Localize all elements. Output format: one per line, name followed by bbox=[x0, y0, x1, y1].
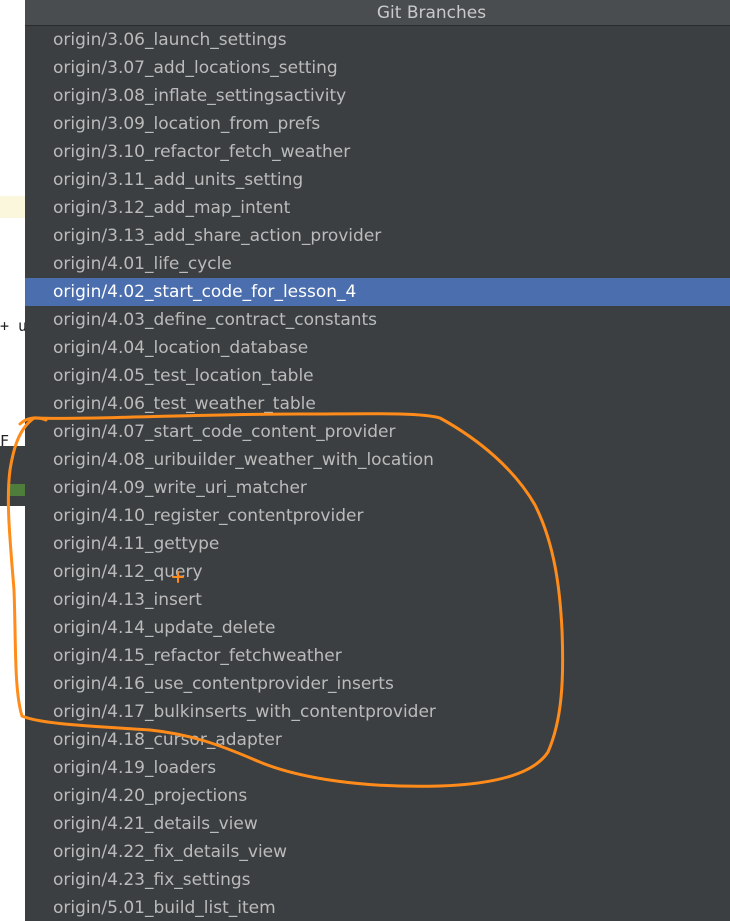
branch-item[interactable]: origin/4.11_gettype bbox=[25, 530, 730, 558]
branch-item[interactable]: origin/4.06_test_weather_table bbox=[25, 390, 730, 418]
branch-item[interactable]: origin/4.19_loaders bbox=[25, 754, 730, 782]
git-branches-popup[interactable]: Git Branches origin/3.06_launch_settings… bbox=[25, 0, 730, 921]
branch-item[interactable]: origin/4.20_projections bbox=[25, 782, 730, 810]
popup-title: Git Branches bbox=[376, 2, 487, 23]
branch-item[interactable]: origin/4.14_update_delete bbox=[25, 614, 730, 642]
branch-item[interactable]: origin/3.08_inflate_settingsactivity bbox=[25, 82, 730, 110]
branch-list[interactable]: origin/3.06_launch_settings origin/3.07_a… bbox=[25, 26, 730, 921]
branch-item[interactable]: origin/4.01_life_cycle bbox=[25, 250, 730, 278]
branch-item[interactable]: origin/4.03_define_contract_constants bbox=[25, 306, 730, 334]
branch-item[interactable]: origin/5.01_build_list_item bbox=[25, 894, 730, 921]
branch-item[interactable]: origin/3.06_launch_settings bbox=[25, 26, 730, 54]
editor-code-fragment: + u bbox=[0, 317, 25, 335]
branch-item[interactable]: origin/4.08_uribuilder_weather_with_loca… bbox=[25, 446, 730, 474]
branch-item[interactable]: origin/4.07_start_code_content_provider bbox=[25, 418, 730, 446]
branch-item[interactable]: origin/4.18_cursor_adapter bbox=[25, 726, 730, 754]
branch-item[interactable]: origin/3.10_refactor_fetch_weather bbox=[25, 138, 730, 166]
branch-item[interactable]: origin/4.10_register_contentprovider bbox=[25, 502, 730, 530]
branch-item[interactable]: origin/4.12_query bbox=[25, 558, 730, 586]
branch-item[interactable]: origin/4.17_bulkinserts_with_contentprov… bbox=[25, 698, 730, 726]
popup-header[interactable]: Git Branches bbox=[25, 0, 730, 26]
branch-item[interactable]: origin/3.09_location_from_prefs bbox=[25, 110, 730, 138]
editor-status-marker bbox=[8, 484, 25, 496]
branch-item[interactable]: origin/3.12_add_map_intent bbox=[25, 194, 730, 222]
branch-item[interactable]: origin/4.22_fix_details_view bbox=[25, 838, 730, 866]
branch-item-selected[interactable]: origin/4.02_start_code_for_lesson_4 bbox=[25, 278, 730, 306]
branch-item[interactable]: origin/4.15_refactor_fetchweather bbox=[25, 642, 730, 670]
branch-item[interactable]: origin/4.05_test_location_table bbox=[25, 362, 730, 390]
branch-item[interactable]: origin/4.16_use_contentprovider_inserts bbox=[25, 670, 730, 698]
branch-item[interactable]: origin/4.09_write_uri_matcher bbox=[25, 474, 730, 502]
branch-item[interactable]: origin/3.11_add_units_setting bbox=[25, 166, 730, 194]
branch-item[interactable]: origin/3.07_add_locations_setting bbox=[25, 54, 730, 82]
editor-tool-panel-edge bbox=[0, 446, 25, 506]
branch-item[interactable]: origin/4.13_insert bbox=[25, 586, 730, 614]
editor-caret-row-highlight bbox=[0, 196, 25, 218]
editor-background-strip: + u F bbox=[0, 0, 25, 921]
branch-item[interactable]: origin/4.21_details_view bbox=[25, 810, 730, 838]
branch-item[interactable]: origin/4.04_location_database bbox=[25, 334, 730, 362]
branch-item[interactable]: origin/4.23_fix_settings bbox=[25, 866, 730, 894]
branch-item[interactable]: origin/3.13_add_share_action_provider bbox=[25, 222, 730, 250]
